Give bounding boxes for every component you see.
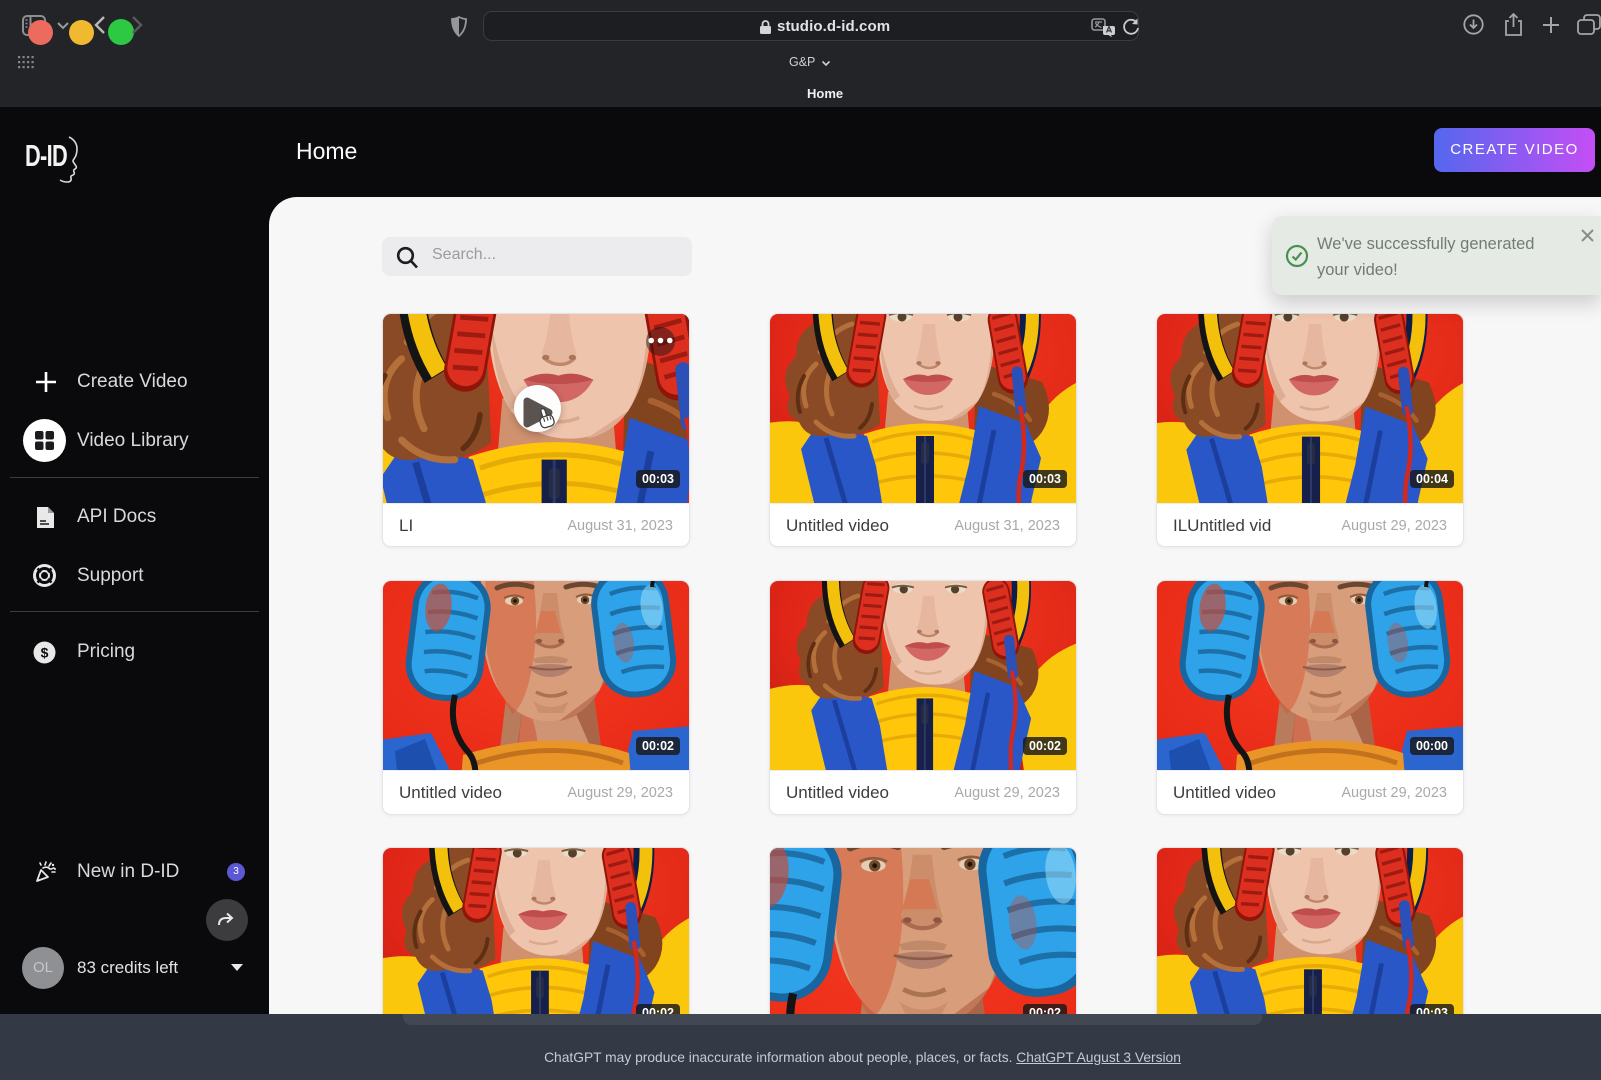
svg-text:D-ID: D-ID (25, 138, 67, 173)
svg-text:$: $ (41, 645, 49, 661)
